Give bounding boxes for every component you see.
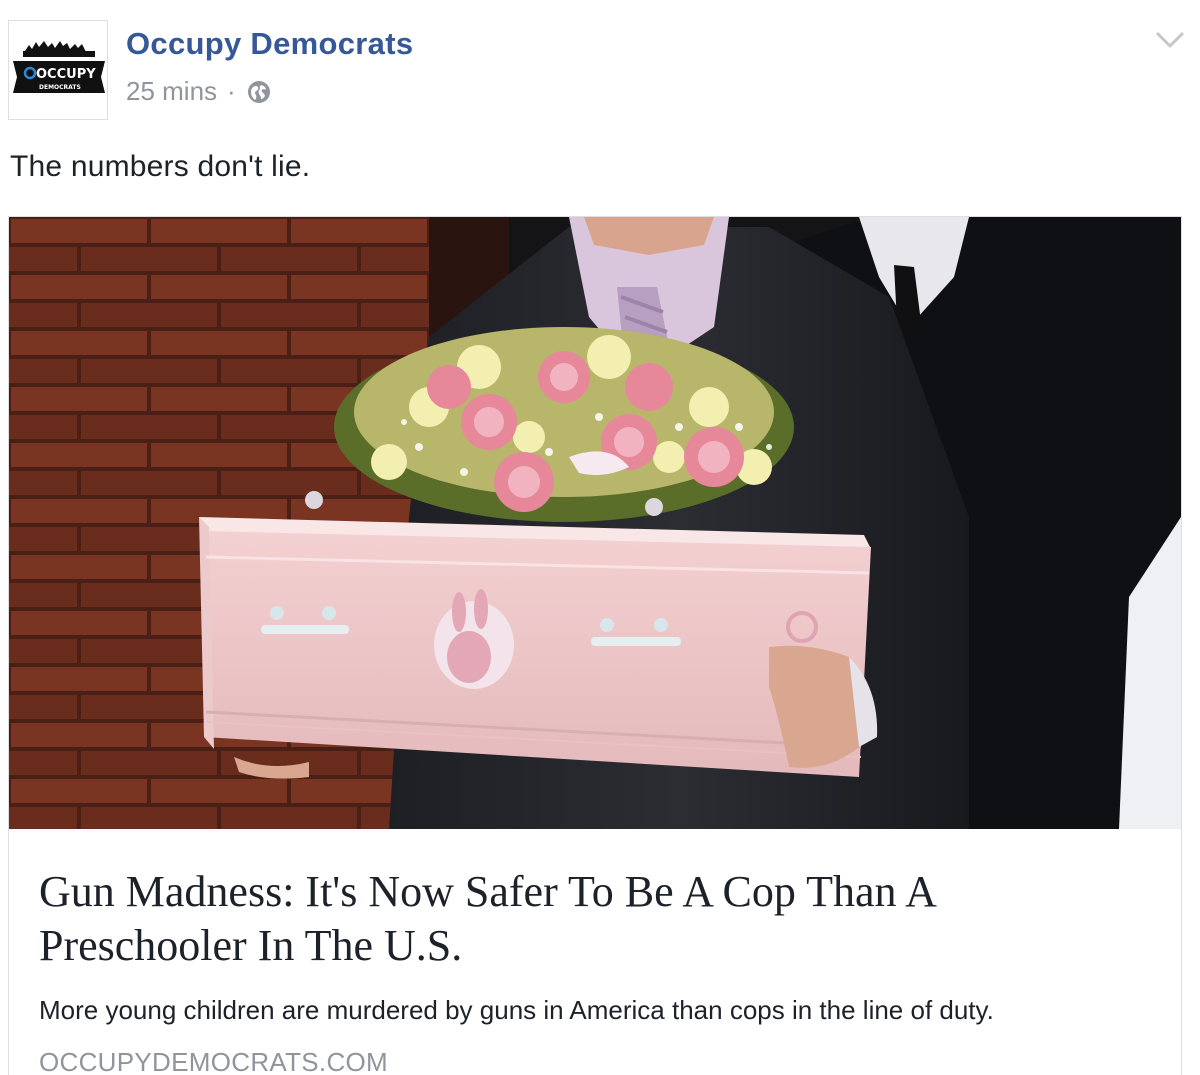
link-title[interactable]: Gun Madness: It's Now Safer To Be A Cop … [39, 865, 1139, 973]
avatar-logo-text: OCCUPY [36, 67, 96, 82]
meta-separator: · [227, 76, 236, 106]
link-preview-image[interactable] [9, 217, 1181, 829]
avatar-logo-subtext: DEMOCRATS [39, 84, 81, 91]
post-timestamp[interactable]: 25 mins [126, 76, 217, 107]
post-caption: The numbers don't lie. [10, 150, 311, 183]
occupy-democrats-logo: OCCUPY DEMOCRATS [13, 41, 105, 93]
chevron-down-icon[interactable] [1152, 26, 1188, 54]
link-preview-text: Gun Madness: It's Now Safer To Be A Cop … [9, 829, 1181, 1075]
link-description: More young children are murdered by guns… [39, 995, 994, 1025]
page-avatar[interactable]: OCCUPY DEMOCRATS [8, 20, 108, 120]
globe-icon[interactable] [246, 79, 272, 105]
link-preview-card[interactable]: Gun Madness: It's Now Safer To Be A Cop … [8, 216, 1182, 1075]
facebook-post: OCCUPY DEMOCRATS Occupy Democrats 25 min… [0, 0, 1200, 1075]
page-name-link[interactable]: Occupy Democrats [126, 26, 413, 62]
link-domain: OCCUPYDEMOCRATS.COM [39, 1047, 389, 1075]
post-meta: 25 mins · [126, 76, 272, 107]
